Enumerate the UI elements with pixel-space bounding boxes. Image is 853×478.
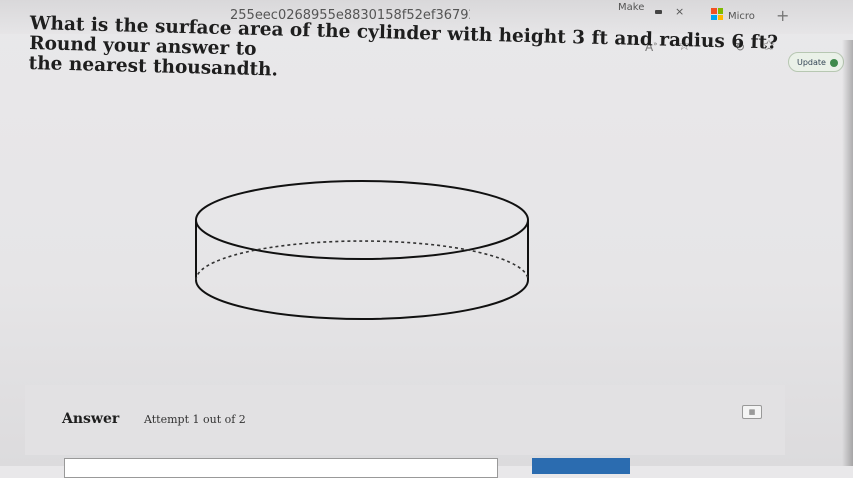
answer-panel xyxy=(25,385,785,455)
attempt-counter: Attempt 1 out of 2 xyxy=(144,413,246,426)
answer-label: Answer xyxy=(62,411,120,427)
tab-microsoft[interactable]: Micro xyxy=(728,11,755,22)
cylinder-diagram xyxy=(195,180,529,320)
submit-button[interactable] xyxy=(532,458,630,474)
cylinder-bottom-front-arc xyxy=(195,279,529,320)
cylinder-top-ellipse xyxy=(195,180,529,260)
answer-input[interactable] xyxy=(64,458,498,478)
microsoft-logo-icon xyxy=(711,8,723,20)
tab-make[interactable]: Make xyxy=(618,2,644,13)
close-tab-icon[interactable]: × xyxy=(675,5,684,18)
new-tab-icon[interactable]: + xyxy=(776,6,789,25)
screen-edge-shadow xyxy=(842,40,853,466)
keypad-icon[interactable]: ▦ xyxy=(742,405,762,419)
tab-indicator-icon xyxy=(655,10,662,14)
